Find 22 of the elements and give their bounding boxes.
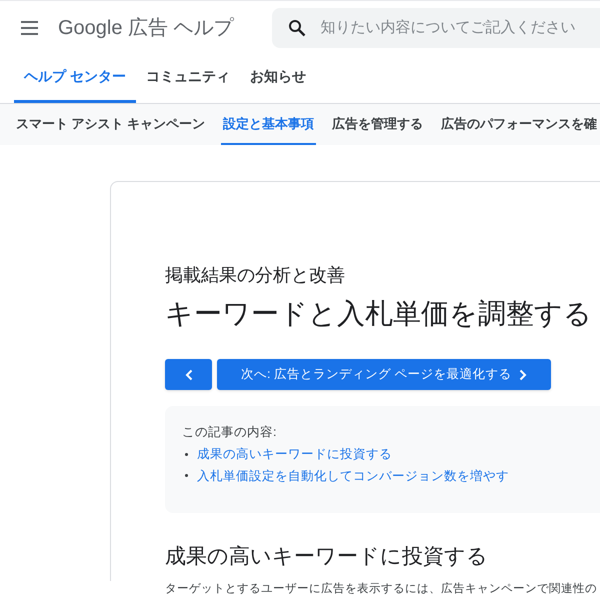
nav-tab[interactable]: コミュニティ <box>136 53 240 103</box>
toc-heading: この記事の内容: <box>182 424 278 441</box>
nav-tab[interactable]: お知らせ <box>240 53 316 103</box>
category-tab[interactable]: 広告を管理する <box>330 104 426 145</box>
chevron-right-icon <box>519 368 528 380</box>
article-category: 掲載結果の分析と改善 <box>165 264 346 287</box>
search-icon <box>288 18 306 36</box>
bullet-icon <box>185 474 188 478</box>
site-title[interactable]: Google 広告 ヘルプ <box>58 12 234 42</box>
next-button[interactable]: 次へ: 広告とランディング ページを最適化する <box>217 359 552 390</box>
toc-link[interactable]: 入札単価設定を自動化してコンバージョン数を増やす <box>197 466 509 486</box>
category-tab[interactable]: 広告のパフォーマンスを確 <box>439 104 600 145</box>
search-field[interactable]: 知りたい内容についてご記入ください <box>272 8 600 48</box>
category-tab[interactable]: 設定と基本事項 <box>221 104 316 145</box>
previous-button[interactable] <box>165 359 212 390</box>
chevron-left-icon <box>184 368 192 380</box>
toc-link[interactable]: 成果の高いキーワードに投資する <box>197 444 392 464</box>
section-heading: 成果の高いキーワードに投資する <box>165 544 489 570</box>
category-tab[interactable]: スマート アシスト キャンペーン <box>14 104 208 145</box>
body-text: ターゲットとするユーザーに広告を表示するには、広告キャンペーンで関連性の <box>165 581 598 597</box>
article-title: キーワードと入札単価を調整する <box>165 297 593 331</box>
bullet-icon <box>185 452 188 456</box>
